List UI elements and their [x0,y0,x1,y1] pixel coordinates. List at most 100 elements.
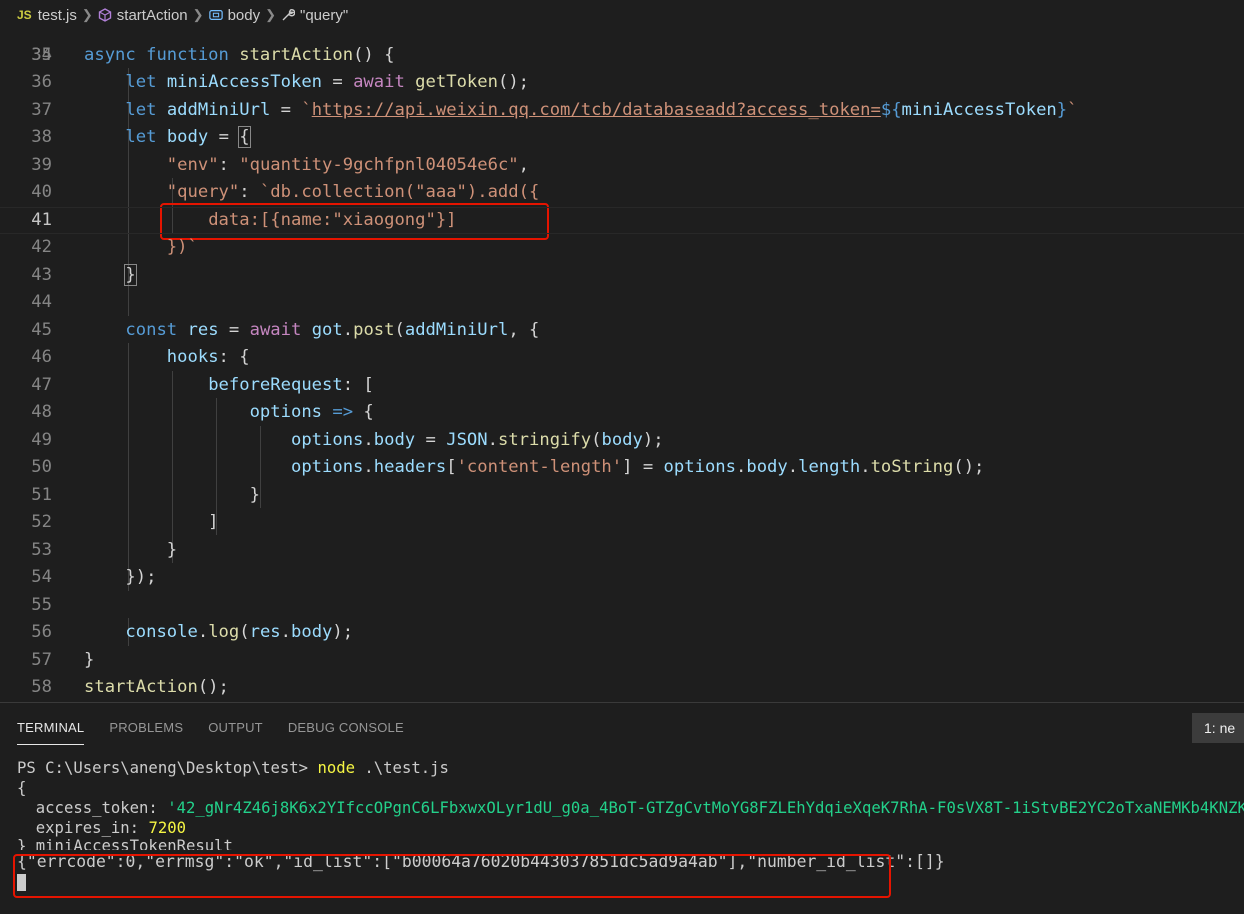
code-token: startAction [84,677,198,697]
line-number: 53 [31,539,52,560]
code-token: console [125,622,198,642]
breadcrumb-property[interactable]: "query" [300,7,348,24]
code-token: 'content-length' [456,457,623,477]
method-symbol-icon [98,8,111,22]
code-token: = [322,72,354,92]
code-token: [ [446,457,457,477]
code-line: 38 let body = { [0,124,1244,152]
code-token: } [1056,99,1068,120]
code-token: ( [239,622,250,642]
line-number: 50 [31,457,52,477]
line-number: 48 [31,402,52,422]
code-text: async function startAction() { [84,42,394,70]
code-token: = [415,429,447,450]
code-text: } [84,537,177,565]
code-token: } [84,649,95,670]
code-text: startAction(); [84,674,229,702]
code-token: addMiniUrl [404,319,509,340]
code-token: : [ [342,374,374,395]
code-line: 47 beforeRequest: [ [0,372,1244,400]
line-number: 44 [31,292,52,312]
code-line: 55 [0,592,1244,620]
terminal-key: expires_in: [17,819,149,837]
code-line: 34 [0,30,1244,65]
tab-terminal[interactable]: TERMINAL [17,716,85,745]
code-line: 52 ] [0,509,1244,537]
code-token: let [125,72,167,92]
code-line: 36 let miniAccessToken = await getToken(… [0,69,1244,97]
code-token: . [363,429,374,450]
code-token: ); [642,429,664,450]
code-token: body [746,457,788,477]
code-token: https://api.weixin.qq.com/tcb/databasead… [311,99,881,120]
code-token: let [125,99,167,120]
javascript-file-icon: JS [17,8,32,22]
code-token: () { [353,44,395,65]
line-number: 36 [31,72,52,92]
code-token: , { [508,319,540,340]
code-token: "quantity-9gchfpnl04054e6c" [239,154,519,175]
tab-problems[interactable]: PROBLEMS [109,716,183,739]
terminal-key: access_token: [17,799,168,817]
code-token: ( [591,429,602,450]
code-token: log [208,622,240,642]
code-editor[interactable]: 34 35 async function startAction() {36 le… [0,30,1244,702]
line-number: 39 [31,154,52,175]
code-token: getToken [415,72,498,92]
line-number: 56 [31,622,52,642]
line-number: 43 [31,264,52,285]
tab-debug-console[interactable]: DEBUG CONSOLE [288,716,404,739]
line-number: 41 [31,209,52,230]
code-token: } [84,539,178,560]
code-line: 41 data:[{name:"xiaogong"}] [0,207,1244,235]
terminal-prompt: PS C:\Users\aneng\Desktop\test> [17,759,318,777]
code-token: options [663,457,736,477]
highlight-box-result [13,854,891,898]
code-token: headers [373,457,447,477]
code-text: } [84,647,94,675]
code-text: options.headers['content-length'] = opti… [84,454,984,482]
code-text: let miniAccessToken = await getToken(); [84,69,529,97]
code-line: 46 hooks: { [0,344,1244,372]
code-line: 35 async function startAction() { [0,42,1244,70]
code-token: "query" [166,182,240,202]
tab-output[interactable]: OUTPUT [208,716,263,739]
breadcrumb-function[interactable]: startAction [117,7,188,24]
terminal-select-dropdown[interactable]: 1: ne [1192,713,1244,743]
code-token: res [187,319,219,340]
code-token: } [84,484,260,505]
line-number: 45 [31,319,52,340]
code-line: 43 } [0,262,1244,290]
terminal-line: expires_in: 7200 [17,818,1244,838]
code-text: let body = { [84,124,251,152]
code-token: . [363,457,374,477]
wrench-property-icon [282,9,295,21]
code-text: beforeRequest: [ [84,372,374,400]
code-token: (); [497,72,530,92]
breadcrumb-file[interactable]: test.js [38,7,77,24]
code-token: beforeRequest [208,374,343,395]
code-token: const [125,319,188,340]
breadcrumb-variable[interactable]: body [228,7,261,24]
code-line: 39 "env": "quantity-9gchfpnl04054e6c", [0,152,1244,180]
code-token: options [290,429,364,450]
code-text: options.body = JSON.stringify(body); [84,427,664,455]
code-token: startAction [239,44,354,65]
line-number: 54 [31,567,52,587]
code-token: ); [332,622,354,642]
code-token: body [601,429,643,450]
code-token: . [197,622,209,642]
code-token: = [208,127,240,147]
code-line: 37 let addMiniUrl = `https://api.weixin.… [0,97,1244,125]
code-token: . [487,429,498,450]
code-text: })` [84,234,198,262]
code-text: "query": `db.collection("aaa").add({ [84,179,540,207]
line-number: 40 [31,182,52,202]
line-number: 49 [31,429,52,450]
